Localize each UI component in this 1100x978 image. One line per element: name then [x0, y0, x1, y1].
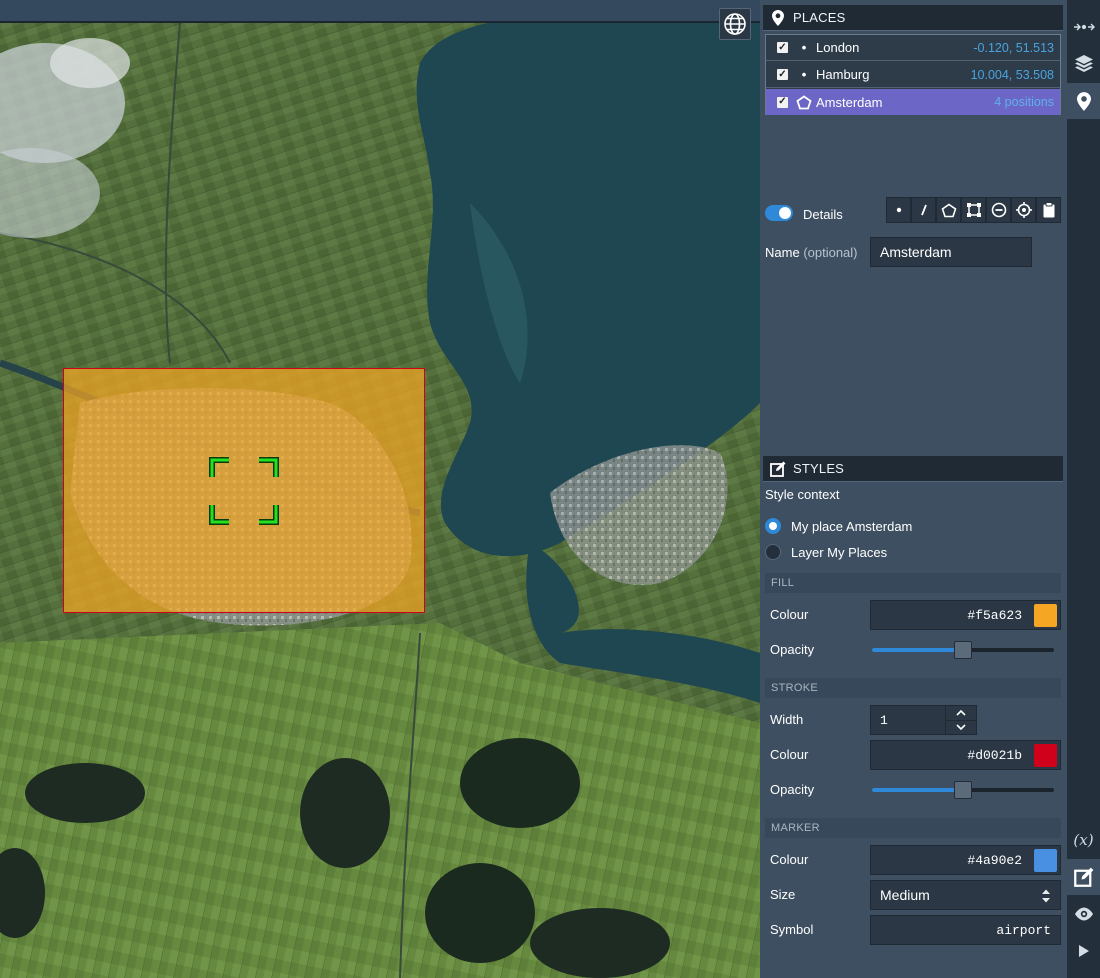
edit-style-icon[interactable] [1067, 859, 1100, 895]
circle-minus-icon[interactable] [986, 197, 1011, 223]
marker-size-select[interactable]: Medium [870, 880, 1061, 910]
variables-icon[interactable]: (x) [1067, 822, 1100, 858]
place-checkbox[interactable]: ✓ [777, 96, 788, 108]
selection-crosshair-marker[interactable] [209, 457, 279, 525]
places-header: PLACES [763, 5, 1063, 31]
eye-icon[interactable] [1067, 896, 1100, 932]
place-checkbox[interactable]: ✓ [777, 69, 788, 80]
radio-button[interactable] [765, 518, 781, 534]
map-top-bar [0, 0, 760, 23]
layers-icon[interactable] [1067, 46, 1100, 82]
place-checkbox[interactable]: ✓ [777, 42, 788, 53]
satellite-map[interactable] [0, 23, 760, 978]
stroke-colour-swatch[interactable] [1034, 743, 1057, 767]
edit-style-icon [769, 461, 787, 477]
stroke-group-header: STROKE [765, 678, 1061, 698]
place-name-input[interactable] [870, 237, 1032, 267]
chevron-down-icon[interactable] [946, 719, 976, 735]
chevron-up-icon[interactable] [946, 706, 976, 720]
place-coordinates: -0.120, 51.513 [973, 40, 1054, 55]
styles-title: STYLES [793, 461, 845, 476]
style-context-option-layer[interactable]: Layer My Places [765, 543, 887, 561]
stroke-width-stepper [945, 705, 977, 735]
drawing-toolbar [886, 197, 1061, 223]
stroke-colour-field[interactable]: #d0021b [870, 740, 1061, 770]
fill-opacity-label: Opacity [770, 642, 815, 657]
stroke-width-input[interactable] [870, 705, 946, 735]
place-positions-count: 4 positions [994, 95, 1054, 109]
crosshair-icon[interactable] [1011, 197, 1036, 223]
place-name: Amsterdam [816, 94, 883, 110]
point-icon: • [801, 40, 807, 55]
fill-colour-label: Colour [770, 607, 809, 622]
marker-size-label: Size [770, 887, 796, 902]
place-name: Hamburg [816, 67, 870, 82]
marker-colour-field[interactable]: #4a90e2 [870, 845, 1061, 875]
map-pin-icon[interactable] [1067, 83, 1100, 119]
style-context-option-place[interactable]: My place Amsterdam [765, 517, 912, 535]
globe-icon [724, 13, 746, 35]
radio-label: Layer My Places [791, 544, 888, 560]
stroke-colour-label: Colour [770, 747, 809, 762]
stroke-width-label: Width [770, 712, 804, 727]
place-row-london[interactable]: ✓ • London -0.120, 51.513 [766, 35, 1060, 61]
line-tool-icon[interactable] [911, 197, 936, 223]
name-field-label: Name (optional) [765, 245, 858, 260]
fill-colour-swatch[interactable] [1034, 603, 1057, 627]
fill-opacity-slider[interactable] [872, 641, 1054, 659]
clipboard-icon[interactable] [1036, 197, 1061, 223]
stroke-opacity-label: Opacity [770, 782, 815, 797]
place-row-hamburg[interactable]: ✓ • Hamburg 10.004, 53.508 [766, 62, 1060, 88]
sidebar-rail: (x) [1067, 0, 1100, 978]
places-list: ✓ • London -0.120, 51.513 ✓ • Hamburg 10… [765, 34, 1061, 115]
variables-icon-text: (x) [1073, 831, 1094, 849]
details-toggle[interactable] [765, 205, 793, 221]
place-name: London [816, 40, 860, 55]
select-arrows-icon [1042, 889, 1050, 903]
marker-symbol-input[interactable]: airport [870, 915, 1061, 945]
point-icon: • [801, 67, 807, 82]
rectangle-tool-icon[interactable] [961, 197, 986, 223]
marker-size-value: Medium [880, 887, 930, 903]
name-optional-hint: (optional) [803, 245, 858, 260]
place-coordinates: 10.004, 53.508 [970, 67, 1054, 82]
polygon-tool-icon[interactable] [936, 197, 961, 223]
play-icon[interactable] [1067, 933, 1100, 969]
slider-handle[interactable] [954, 781, 972, 799]
styles-header: STYLES [763, 456, 1063, 482]
places-title: PLACES [793, 10, 846, 25]
name-label-text: Name [765, 245, 800, 260]
globe-projection-button[interactable] [719, 8, 751, 40]
fill-colour-value: #f5a623 [967, 607, 1022, 623]
collapse-arrows-icon[interactable] [1067, 9, 1100, 45]
slider-handle[interactable] [954, 641, 972, 659]
marker-colour-label: Colour [770, 852, 809, 867]
details-label: Details [803, 207, 843, 222]
radio-button[interactable] [765, 544, 781, 560]
marker-group-header: MARKER [765, 818, 1061, 838]
stroke-opacity-slider[interactable] [872, 781, 1054, 799]
place-row-amsterdam[interactable]: ✓ Amsterdam 4 positions [766, 89, 1060, 115]
marker-colour-swatch[interactable] [1034, 848, 1057, 872]
point-tool-icon[interactable] [886, 197, 911, 223]
polygon-icon [794, 94, 814, 110]
radio-label: My place Amsterdam [791, 518, 913, 534]
marker-symbol-label: Symbol [770, 922, 814, 937]
map-pin-icon [769, 9, 787, 26]
marker-symbol-value: airport [996, 922, 1051, 938]
fill-group-header: FILL [765, 573, 1061, 593]
marker-colour-value: #4a90e2 [967, 852, 1022, 868]
style-context-label: Style context [765, 487, 840, 502]
fill-colour-field[interactable]: #f5a623 [870, 600, 1061, 630]
stroke-colour-value: #d0021b [967, 747, 1022, 763]
